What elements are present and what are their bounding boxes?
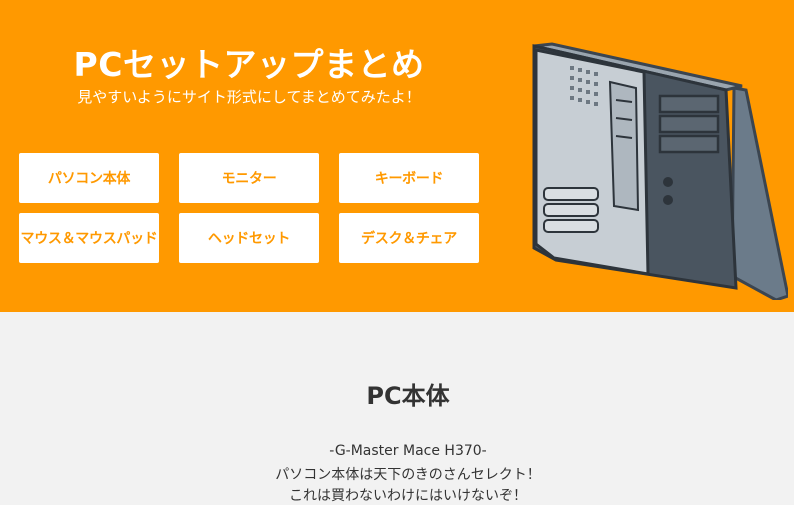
- nav-button-pc[interactable]: パソコン本体: [19, 153, 159, 203]
- page-subtitle: 見やすいようにサイト形式にしてまとめてみたよ！: [77, 88, 421, 106]
- desktop-pc-illustration: [532, 42, 788, 300]
- page-title: PCセットアップまとめ: [73, 45, 425, 84]
- nav-button-mouse[interactable]: マウス＆マウスパッド: [19, 213, 159, 263]
- nav-button-headset[interactable]: ヘッドセット: [179, 213, 319, 263]
- section-title: PC本体: [366, 382, 450, 410]
- nav-button-keyboard[interactable]: キーボード: [339, 153, 479, 203]
- description-line: これは買わないわけにはいけないぞ！: [289, 488, 527, 504]
- product-name: -G-Master Mace H370-: [329, 443, 487, 459]
- nav-button-desk-chair[interactable]: デスク＆チェア: [339, 213, 479, 263]
- nav-button-monitor[interactable]: モニター: [179, 153, 319, 203]
- hero-banner: PCセットアップまとめ 見やすいようにサイト形式にしてまとめてみたよ！ パソコン…: [0, 0, 794, 312]
- description-line: パソコン本体は天下のきのさんセレクト！: [275, 467, 541, 483]
